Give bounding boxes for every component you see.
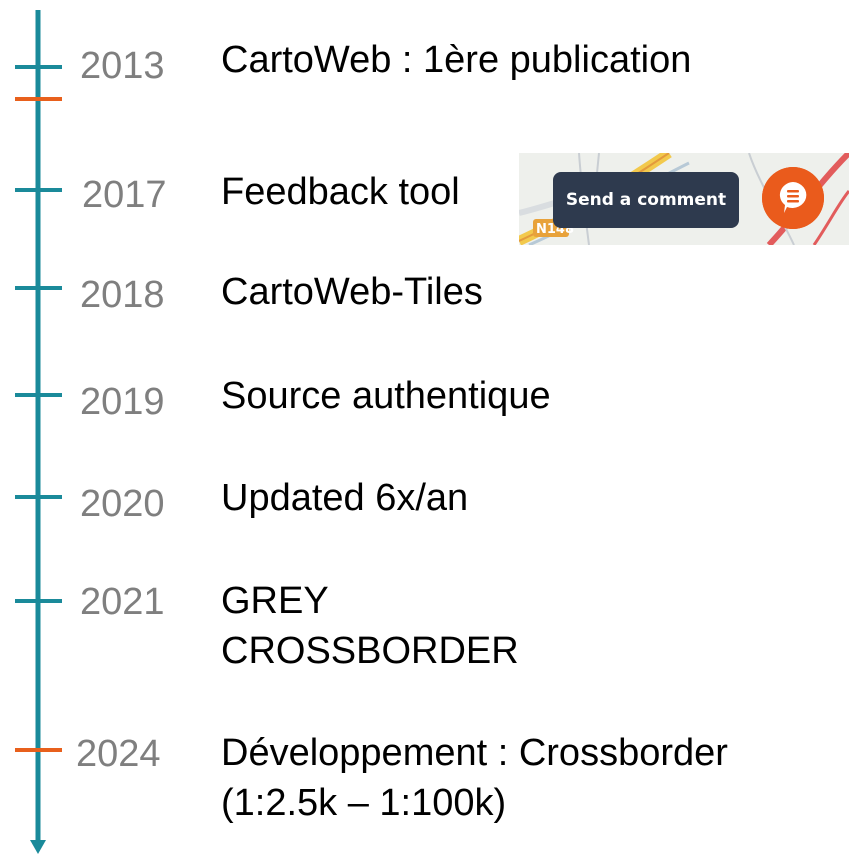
- year-label: 2020: [80, 483, 165, 525]
- year-label: 2019: [80, 381, 165, 423]
- year-label: 2021: [80, 581, 165, 623]
- timeline-axis: [15, 10, 62, 854]
- year-label: 2024: [76, 733, 161, 775]
- event-line: CROSSBORDER: [221, 630, 519, 673]
- comment-button[interactable]: [762, 167, 824, 229]
- send-comment-button[interactable]: Send a comment: [553, 172, 739, 228]
- event-line: CartoWeb-Tiles: [221, 271, 483, 313]
- event-text: Updated 6x/an: [221, 473, 468, 523]
- event-line: Développement : Crossborder: [221, 732, 728, 774]
- year-label: 2017: [82, 174, 167, 216]
- event-text: Feedback tool: [221, 167, 460, 217]
- event-text: Développement : Crossborder (1:2.5k – 1:…: [221, 728, 728, 828]
- comment-icon: [762, 167, 824, 229]
- event-text: Source authentique: [221, 371, 551, 421]
- event-line: GREY: [221, 580, 329, 622]
- event-text: CartoWeb : 1ère publication: [221, 35, 691, 85]
- event-text: CartoWeb-Tiles: [221, 267, 483, 317]
- timeline-arrow-icon: [30, 840, 46, 854]
- year-label: 2018: [80, 274, 165, 316]
- event-line: Feedback tool: [221, 171, 460, 213]
- event-line: CartoWeb : 1ère publication: [221, 39, 692, 81]
- year-label: 2013: [80, 45, 165, 87]
- event-line: Source authentique: [221, 375, 551, 417]
- event-line: Updated 6x/an: [221, 477, 469, 519]
- event-text: GREY CROSSBORDER: [221, 576, 519, 676]
- feedback-tool-screenshot: N148 Send a comment: [519, 153, 849, 245]
- event-line: (1:2.5k – 1:100k): [221, 782, 507, 825]
